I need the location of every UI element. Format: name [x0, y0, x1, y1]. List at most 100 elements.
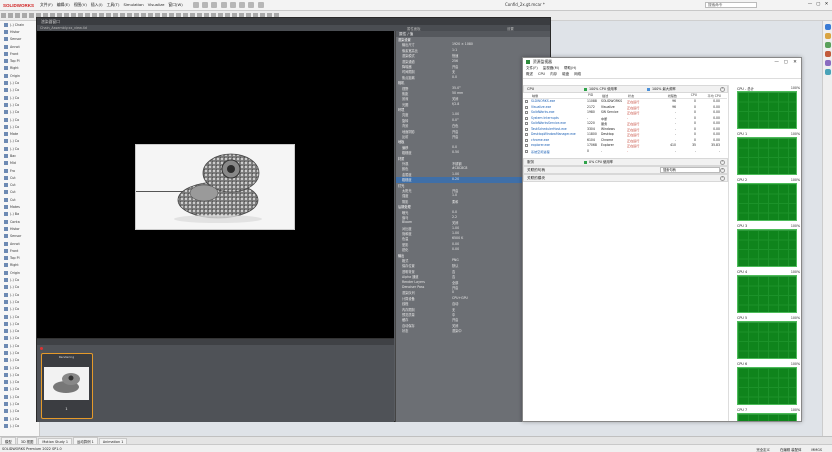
appearances-icon[interactable]	[825, 60, 831, 66]
tm-tab[interactable]: 内存	[550, 72, 557, 76]
tree-item[interactable]: Annot	[0, 43, 39, 50]
tree-item[interactable]: Cut	[0, 196, 39, 203]
tree-item[interactable]: (-) Co	[0, 320, 39, 327]
tree-item[interactable]: Mates	[0, 203, 39, 210]
tree-item[interactable]: (-) Ba	[0, 211, 39, 218]
tm-close-button[interactable]: ✕	[791, 59, 799, 67]
minimize-button[interactable]: —	[806, 2, 813, 7]
tree-item[interactable]: (-) Co	[0, 87, 39, 94]
chevron-up-icon[interactable]: ˄	[720, 87, 725, 92]
tree-item[interactable]: Bac	[0, 152, 39, 159]
tm-menu-item[interactable]: 文件(F)	[526, 66, 538, 70]
tree-item[interactable]: (-) Co	[0, 306, 39, 313]
tree-item[interactable]: Front	[0, 247, 39, 254]
tree-item[interactable]: Right	[0, 65, 39, 72]
col-description[interactable]: 描述	[602, 93, 628, 98]
tree-item[interactable]: Sensor	[0, 233, 39, 240]
view-palette-icon[interactable]	[825, 51, 831, 57]
tree-item[interactable]: (-) Co	[0, 379, 39, 386]
tree-item[interactable]: (-) Co	[0, 415, 39, 422]
tm-tab[interactable]: 网络	[574, 72, 581, 76]
tm-tab[interactable]: CPU	[538, 72, 545, 76]
tree-item[interactable]: (-) Co	[0, 94, 39, 101]
render-thumbnail[interactable]: Rendering 1	[41, 353, 93, 419]
chevron-down-icon[interactable]: ˅	[720, 160, 725, 165]
tree-item[interactable]: (-) Co	[0, 291, 39, 298]
tree-item[interactable]: Mid	[0, 160, 39, 167]
tm-tab[interactable]: 概述	[526, 72, 533, 76]
search-input[interactable]: 搜索命令	[705, 2, 757, 8]
tm-menu-item[interactable]: 监视器(M)	[543, 66, 559, 70]
process-checkbox[interactable]	[525, 149, 528, 153]
tree-item[interactable]: (-) Co	[0, 371, 39, 378]
tree-item[interactable]: (-) Co	[0, 400, 39, 407]
tree-item[interactable]: (-) Co	[0, 313, 39, 320]
tree-item[interactable]: (-) Co	[0, 145, 39, 152]
tm-menu-item[interactable]: 帮助(H)	[564, 66, 576, 70]
tree-item[interactable]: (-) Co	[0, 422, 39, 429]
process-checkbox[interactable]	[525, 144, 528, 147]
tree-item[interactable]: Sensor	[0, 36, 39, 43]
rebuild-icon[interactable]	[248, 1, 255, 8]
open-icon[interactable]	[202, 1, 209, 8]
col-image[interactable]: 映像	[532, 93, 588, 98]
tm-tab[interactable]: 磁盘	[562, 72, 569, 76]
table-row[interactable]: 系统空闲进程 0 - - - - -	[523, 149, 727, 155]
process-checkbox[interactable]	[525, 138, 528, 142]
tree-item[interactable]: Mate	[0, 130, 39, 137]
toolbar-command-icon[interactable]	[29, 13, 34, 18]
col-status[interactable]: 状态	[628, 93, 660, 98]
tree-item[interactable]: Origin	[0, 72, 39, 79]
menu-item-0[interactable]: 文件(F)	[40, 2, 53, 7]
toolbar-command-icon[interactable]	[8, 13, 13, 18]
render-tab-viewport[interactable]: Chain_Assembly.xx_view.4d	[40, 26, 87, 30]
col-avg-cpu[interactable]: 平均 CPU	[700, 93, 724, 98]
tree-item[interactable]: (-) Co	[0, 349, 39, 356]
tree-item[interactable]: (-) Co	[0, 123, 39, 130]
modules-section-header[interactable]: 关联的模块 ˅	[523, 174, 728, 182]
tree-item[interactable]: Conta	[0, 218, 39, 225]
tree-item[interactable]: Front	[0, 50, 39, 57]
tree-item[interactable]: Cut	[0, 182, 39, 189]
tree-item[interactable]: (-) Co	[0, 116, 39, 123]
design-library-icon[interactable]	[825, 33, 831, 39]
options-icon[interactable]	[257, 1, 264, 8]
undo-icon[interactable]	[229, 1, 236, 8]
menu-item-5[interactable]: Simulation	[123, 2, 143, 7]
tree-item[interactable]: (-) Co	[0, 408, 39, 415]
chevron-down-icon[interactable]: ˅	[720, 168, 725, 173]
tm-maximize-button[interactable]: ▢	[782, 59, 790, 67]
menu-item-2[interactable]: 视图(V)	[74, 2, 87, 7]
tree-item[interactable]: (-) Co	[0, 276, 39, 283]
tree-item[interactable]: (-) Co	[0, 79, 39, 86]
save-icon[interactable]	[211, 1, 218, 8]
tree-item[interactable]: (-) Co	[0, 357, 39, 364]
menu-item-6[interactable]: Visualize	[148, 2, 165, 7]
tree-item[interactable]: (-) Co	[0, 101, 39, 108]
services-section-header[interactable]: 服务 0% CPU 使用率 ˅	[523, 158, 728, 166]
handles-section-header[interactable]: 关联的句柄 搜索句柄 ˅	[523, 166, 728, 174]
toolbar-command-icon[interactable]	[15, 13, 20, 18]
col-cpu[interactable]: CPU	[680, 93, 700, 98]
tree-item[interactable]: Right	[0, 262, 39, 269]
tree-item[interactable]: (-) Co	[0, 393, 39, 400]
col-pid[interactable]: PID	[588, 93, 602, 98]
close-button[interactable]: ✕	[823, 2, 830, 7]
file-explorer-icon[interactable]	[825, 42, 831, 48]
tree-item[interactable]: (-) Co	[0, 335, 39, 342]
tree-item[interactable]: (-) Co	[0, 327, 39, 334]
render-viewport[interactable]	[37, 31, 394, 338]
tree-item[interactable]: Cut	[0, 189, 39, 196]
menu-item-3[interactable]: 插入(I)	[91, 2, 103, 7]
col-threads[interactable]: 线程数	[660, 93, 680, 98]
tree-item[interactable]: Histor	[0, 28, 39, 35]
chevron-down-icon[interactable]: ˅	[720, 176, 725, 181]
tree-item[interactable]: Histor	[0, 225, 39, 232]
handles-search-input[interactable]: 搜索句柄	[660, 167, 720, 173]
process-checkbox[interactable]	[525, 111, 528, 114]
process-checkbox[interactable]	[525, 133, 528, 136]
custom-properties-icon[interactable]	[825, 69, 831, 75]
tree-item[interactable]: (-) Co	[0, 138, 39, 145]
print-icon[interactable]	[220, 1, 227, 8]
tree-item[interactable]: Fro	[0, 167, 39, 174]
